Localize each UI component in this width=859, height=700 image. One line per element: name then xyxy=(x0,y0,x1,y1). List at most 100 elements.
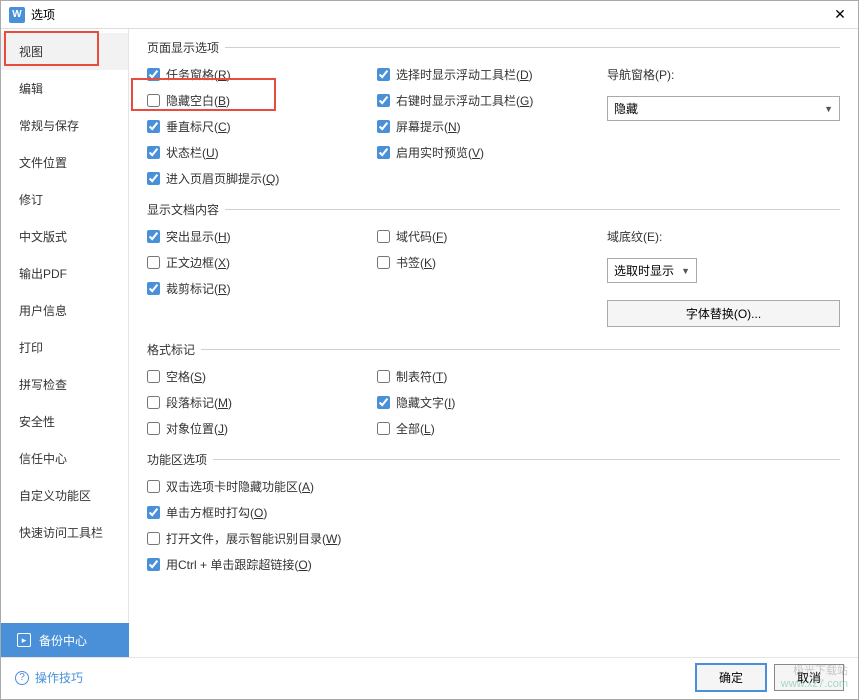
sidebar-item[interactable]: 修订 xyxy=(1,181,128,218)
sidebar-item[interactable]: 输出PDF xyxy=(1,255,128,292)
tips-link[interactable]: ? 操作技巧 xyxy=(15,669,83,686)
ok-button[interactable]: 确定 xyxy=(696,664,766,691)
checkbox-option[interactable]: 制表符(T) xyxy=(377,368,607,385)
checkbox-option[interactable]: 域代码(F) xyxy=(377,228,607,245)
checkbox-label: 书签(K) xyxy=(396,254,436,271)
checkbox-label: 状态栏(U) xyxy=(166,144,219,161)
checkbox-input[interactable] xyxy=(147,282,160,295)
section-page-display: 页面显示选项 任务窗格(R)隐藏空白(B)垂直标尺(C)状态栏(U)进入页眉页脚… xyxy=(147,39,840,187)
checkbox-label: 突出显示(H) xyxy=(166,228,231,245)
window-title: 选项 xyxy=(31,6,830,23)
sidebar-item[interactable]: 中文版式 xyxy=(1,218,128,255)
checkbox-option[interactable]: 选择时显示浮动工具栏(D) xyxy=(377,66,607,83)
checkbox-option[interactable]: 状态栏(U) xyxy=(147,144,377,161)
checkbox-input[interactable] xyxy=(377,396,390,409)
checkbox-input[interactable] xyxy=(147,558,160,571)
checkbox-input[interactable] xyxy=(147,120,160,133)
checkbox-label: 全部(L) xyxy=(396,420,435,437)
backup-center-button[interactable]: ▸ 备份中心 xyxy=(1,623,129,657)
checkbox-input[interactable] xyxy=(147,422,160,435)
sidebar-item[interactable]: 常规与保存 xyxy=(1,107,128,144)
checkbox-label: 制表符(T) xyxy=(396,368,447,385)
checkbox-input[interactable] xyxy=(147,480,160,493)
checkbox-option[interactable]: 裁剪标记(R) xyxy=(147,280,377,297)
checkbox-option[interactable]: 隐藏空白(B) xyxy=(147,92,377,109)
checkbox-label: 裁剪标记(R) xyxy=(166,280,231,297)
sidebar-item[interactable]: 快速访问工具栏 xyxy=(1,514,128,551)
checkbox-label: 隐藏空白(B) xyxy=(166,92,230,109)
checkbox-input[interactable] xyxy=(377,120,390,133)
checkbox-option[interactable]: 进入页眉页脚提示(Q) xyxy=(147,170,377,187)
sidebar-item[interactable]: 用户信息 xyxy=(1,292,128,329)
checkbox-label: 屏幕提示(N) xyxy=(396,118,461,135)
sidebar-item[interactable]: 文件位置 xyxy=(1,144,128,181)
checkbox-input[interactable] xyxy=(147,370,160,383)
checkbox-input[interactable] xyxy=(147,532,160,545)
section-doc-content: 显示文档内容 突出显示(H)正文边框(X)裁剪标记(R) 域代码(F)书签(K)… xyxy=(147,201,840,327)
content-panel: 页面显示选项 任务窗格(R)隐藏空白(B)垂直标尺(C)状态栏(U)进入页眉页脚… xyxy=(129,29,858,657)
cancel-button[interactable]: 取消 xyxy=(774,664,844,691)
sidebar-item[interactable]: 自定义功能区 xyxy=(1,477,128,514)
checkbox-option[interactable]: 书签(K) xyxy=(377,254,607,271)
checkbox-option[interactable]: 全部(L) xyxy=(377,420,607,437)
checkbox-option[interactable]: 空格(S) xyxy=(147,368,377,385)
nav-pane-select[interactable]: 隐藏 ▼ xyxy=(607,96,840,121)
checkbox-label: 右键时显示浮动工具栏(G) xyxy=(396,92,533,109)
checkbox-label: 正文边框(X) xyxy=(166,254,230,271)
checkbox-input[interactable] xyxy=(147,172,160,185)
checkbox-option[interactable]: 正文边框(X) xyxy=(147,254,377,271)
sidebar-item[interactable]: 信任中心 xyxy=(1,440,128,477)
checkbox-option[interactable]: 右键时显示浮动工具栏(G) xyxy=(377,92,607,109)
checkbox-option[interactable]: 屏幕提示(N) xyxy=(377,118,607,135)
sidebar-item[interactable]: 编辑 xyxy=(1,70,128,107)
app-icon: W xyxy=(9,7,25,23)
footer: ? 操作技巧 确定 取消 xyxy=(1,657,858,697)
field-shading-select[interactable]: 选取时显示 ▼ xyxy=(607,258,697,283)
checkbox-option[interactable]: 双击选项卡时隐藏功能区(A) xyxy=(147,478,840,495)
sidebar-item[interactable]: 拼写检查 xyxy=(1,366,128,403)
checkbox-label: 域代码(F) xyxy=(396,228,447,245)
checkbox-option[interactable]: 垂直标尺(C) xyxy=(147,118,377,135)
font-substitution-button[interactable]: 字体替换(O)... xyxy=(607,300,840,327)
checkbox-input[interactable] xyxy=(377,94,390,107)
lightbulb-icon: ? xyxy=(15,671,29,685)
checkbox-option[interactable]: 突出显示(H) xyxy=(147,228,377,245)
checkbox-label: 打开文件，展示智能识别目录(W) xyxy=(166,530,341,547)
checkbox-option[interactable]: 启用实时预览(V) xyxy=(377,144,607,161)
checkbox-input[interactable] xyxy=(147,146,160,159)
checkbox-option[interactable]: 打开文件，展示智能识别目录(W) xyxy=(147,530,840,547)
checkbox-input[interactable] xyxy=(147,94,160,107)
checkbox-option[interactable]: 单击方框时打勾(O) xyxy=(147,504,840,521)
checkbox-input[interactable] xyxy=(147,230,160,243)
checkbox-option[interactable]: 段落标记(M) xyxy=(147,394,377,411)
checkbox-input[interactable] xyxy=(377,370,390,383)
chevron-down-icon: ▼ xyxy=(681,266,690,276)
checkbox-input[interactable] xyxy=(147,68,160,81)
checkbox-input[interactable] xyxy=(147,396,160,409)
checkbox-option[interactable]: 隐藏文字(I) xyxy=(377,394,607,411)
close-icon[interactable]: ✕ xyxy=(830,6,850,23)
checkbox-label: 隐藏文字(I) xyxy=(396,394,455,411)
section-legend: 格式标记 xyxy=(147,341,201,358)
checkbox-input[interactable] xyxy=(147,506,160,519)
section-format-marks: 格式标记 空格(S) 段落标记(M) 对象位置(J) 制表符(T) 隐藏文字(I) 全部… xyxy=(147,341,840,437)
checkbox-input[interactable] xyxy=(377,146,390,159)
checkbox-input[interactable] xyxy=(377,68,390,81)
backup-icon: ▸ xyxy=(17,633,31,647)
checkbox-option[interactable]: 任务窗格(R) xyxy=(147,66,377,83)
checkbox-input[interactable] xyxy=(147,256,160,269)
checkbox-label: 用Ctrl + 单击跟踪超链接(O) xyxy=(166,556,312,573)
checkbox-input[interactable] xyxy=(377,230,390,243)
checkbox-label: 任务窗格(R) xyxy=(166,66,231,83)
sidebar-item[interactable]: 打印 xyxy=(1,329,128,366)
checkbox-option[interactable]: 对象位置(J) xyxy=(147,420,377,437)
checkbox-label: 垂直标尺(C) xyxy=(166,118,231,135)
nav-pane-label: 导航窗格(P): xyxy=(607,66,840,83)
checkbox-option[interactable]: 用Ctrl + 单击跟踪超链接(O) xyxy=(147,556,840,573)
checkbox-input[interactable] xyxy=(377,422,390,435)
sidebar-item[interactable]: 视图 xyxy=(1,33,128,70)
chevron-down-icon: ▼ xyxy=(824,104,833,114)
checkbox-input[interactable] xyxy=(377,256,390,269)
sidebar-item[interactable]: 安全性 xyxy=(1,403,128,440)
checkbox-label: 空格(S) xyxy=(166,368,206,385)
